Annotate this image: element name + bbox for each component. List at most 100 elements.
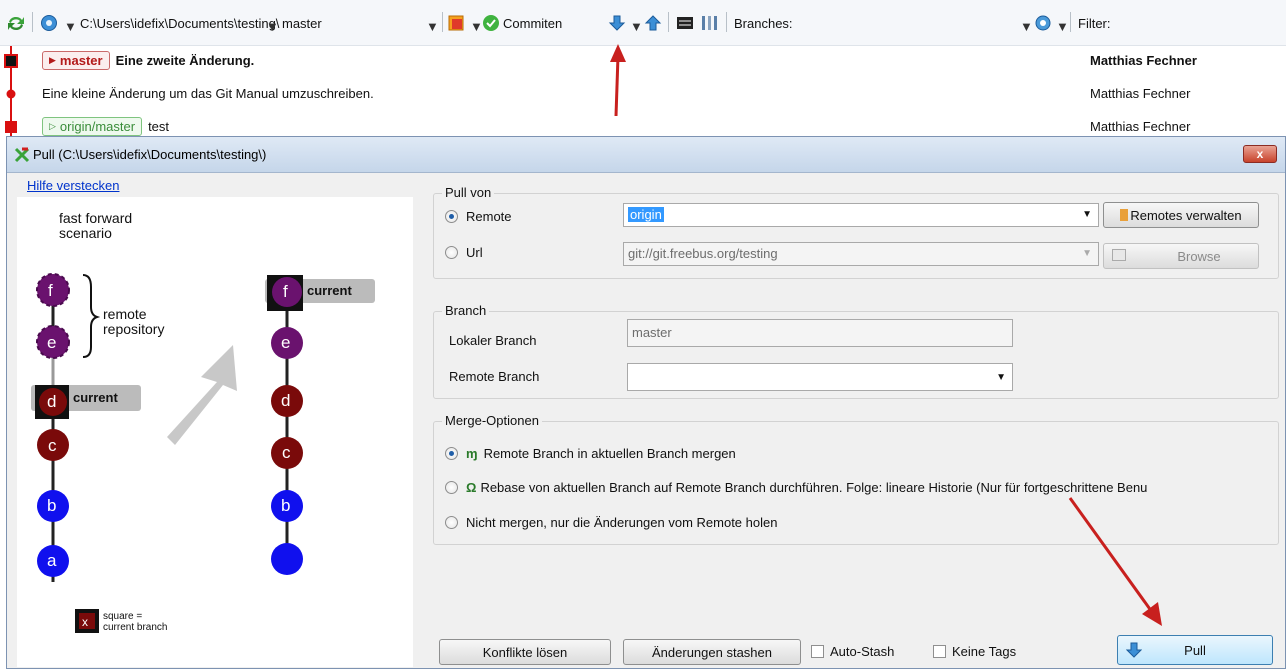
pull-from-legend: Pull von [442, 185, 495, 200]
url-radio[interactable]: Url [445, 245, 483, 260]
radio-dot-icon[interactable] [445, 246, 458, 259]
node-letter: e [47, 333, 57, 352]
commit-message: Eine kleine Änderung um das Git Manual u… [42, 85, 374, 101]
remote-combobox[interactable]: origin ▼ [623, 203, 1099, 227]
rebase-icon: Ω [466, 480, 477, 495]
merge-radio[interactable]: ɱ Remote Branch in aktuellen Branch merg… [445, 446, 736, 461]
chevron-down-icon[interactable]: ▼ [996, 372, 1006, 383]
branches-label: Branches: [734, 15, 793, 31]
current-branch[interactable]: master [282, 12, 322, 34]
merge-icon: ɱ [466, 446, 478, 461]
tortoise-git-icon [13, 146, 31, 167]
commit-square-icon [5, 121, 17, 133]
radio-dot-icon[interactable] [445, 516, 458, 529]
commit-dot-icon [6, 89, 16, 99]
repo-dropdown-chevron-icon[interactable]: ▼ [64, 15, 77, 37]
no-tags-checkbox[interactable]: Keine Tags [933, 644, 1016, 659]
legend-text: square = [103, 611, 143, 622]
remote-label: remote [103, 306, 147, 322]
repo-icon[interactable] [40, 12, 58, 34]
node-letter: d [47, 392, 57, 411]
checkbox-box[interactable] [811, 645, 824, 658]
play-icon: ▶ [49, 54, 56, 65]
log-row[interactable]: ▶ master Eine zweite Änderung. Matthias F… [0, 46, 1286, 74]
remote-branch-label: Remote Branch [449, 369, 540, 384]
log-row[interactable]: Eine kleine Änderung um das Git Manual u… [0, 79, 1286, 107]
help-illustration: fast forward scenario remote repository … [17, 197, 413, 667]
commit-author: Matthias Fechner [1090, 85, 1191, 101]
branches-dropdown-chevron-icon[interactable]: ▼ [1020, 15, 1033, 37]
legend-text: current branch [103, 622, 168, 633]
checkbox-box[interactable] [933, 645, 946, 658]
chevron-down-icon[interactable]: ▼ [1082, 248, 1092, 259]
repo-path[interactable]: C:\Users\idefix\Documents\testing\ [80, 12, 279, 34]
current-label-left: current [73, 390, 118, 405]
commits-dropdown-chevron-icon[interactable]: ▼ [470, 15, 483, 37]
url-value: git://git.freebus.org/testing [628, 246, 778, 261]
manage-remotes-button[interactable]: Remotes verwalten [1103, 202, 1259, 228]
remote-branch-combobox[interactable]: ▼ [627, 363, 1013, 391]
commit-button[interactable]: Commiten [503, 12, 562, 34]
remote-value: origin [628, 207, 664, 222]
gear-icon[interactable] [1034, 12, 1052, 34]
settings-tools-icon[interactable] [700, 12, 720, 34]
branch-dropdown-chevron-icon[interactable]: ▼ [426, 15, 439, 37]
rebase-radio[interactable]: Ω Rebase von aktuellen Branch auf Remote… [445, 480, 1285, 495]
radio-dot-icon[interactable] [445, 210, 458, 223]
chevron-down-icon[interactable]: ▼ [1082, 209, 1092, 220]
commit-message: Eine zweite Änderung. [115, 52, 255, 68]
play-outline-icon: ▷ [49, 120, 56, 131]
hide-help-link[interactable]: Hilfe verstecken [27, 178, 119, 193]
commits-icon[interactable] [448, 12, 466, 34]
legend-square-letter: x [82, 615, 88, 629]
scenario-title: fast forward [59, 210, 133, 226]
pull-dialog: Pull (C:\Users\idefix\Documents\testing\… [6, 136, 1286, 669]
push-arrow-icon[interactable] [644, 12, 662, 34]
remote-radio[interactable]: Remote [445, 209, 512, 224]
node-letter: c [48, 436, 57, 455]
folder-icon [1112, 249, 1126, 261]
browse-button[interactable]: Browse [1103, 243, 1259, 269]
filter-label: Filter: [1078, 15, 1111, 31]
node-letter: c [282, 443, 291, 462]
pull-dropdown-chevron-icon[interactable]: ▼ [630, 15, 643, 37]
path-dropdown-chevron-icon[interactable]: ▼ [266, 15, 279, 37]
node-letter: e [281, 333, 291, 352]
radio-dot-icon[interactable] [445, 481, 458, 494]
current-label-right: current [307, 283, 352, 298]
pull-arrow-icon [1125, 642, 1143, 661]
node-letter: b [47, 496, 57, 515]
node-letter: b [281, 496, 291, 515]
close-button[interactable]: x [1243, 145, 1277, 163]
local-branch-label: Lokaler Branch [449, 333, 537, 348]
pull-arrow-icon[interactable] [608, 12, 626, 34]
remotes-icon [1120, 209, 1129, 221]
gear-dropdown-chevron-icon[interactable]: ▼ [1056, 15, 1069, 37]
commit-author: Matthias Fechner [1090, 52, 1197, 68]
commit-log: ▶ master Eine zweite Änderung. Matthias F… [0, 46, 1286, 136]
branch-tag-master[interactable]: ▶ master [42, 50, 110, 70]
dialog-titlebar: Pull (C:\Users\idefix\Documents\testing\… [7, 137, 1285, 173]
resolve-conflicts-button[interactable]: Konflikte lösen [439, 639, 611, 665]
merge-options-legend: Merge-Optionen [442, 413, 542, 428]
node-letter: f [48, 281, 53, 300]
list-icon[interactable] [676, 12, 694, 34]
refresh-icon[interactable] [6, 12, 26, 34]
repository-label: repository [103, 321, 165, 337]
branch-legend: Branch [442, 303, 490, 318]
branch-tag-origin-master[interactable]: ▷ origin/master [42, 116, 143, 136]
fetch-only-radio[interactable]: Nicht mergen, nur die Änderungen vom Rem… [445, 515, 777, 530]
url-combobox[interactable]: git://git.freebus.org/testing ▼ [623, 242, 1099, 266]
local-branch-field[interactable]: master [627, 319, 1013, 347]
pull-button[interactable]: Pull [1117, 635, 1273, 665]
dialog-title: Pull (C:\Users\idefix\Documents\testing\… [33, 147, 267, 162]
node-letter: a [47, 551, 57, 570]
commit-author: Matthias Fechner [1090, 118, 1191, 134]
autostash-checkbox[interactable]: Auto-Stash [811, 644, 894, 659]
stash-changes-button[interactable]: Änderungen stashen [623, 639, 801, 665]
commit-message: test [148, 118, 170, 134]
fast-forward-diagram [31, 273, 375, 633]
radio-dot-icon[interactable] [445, 447, 458, 460]
commit-check-icon[interactable] [482, 12, 500, 34]
node-letter: d [281, 391, 291, 410]
